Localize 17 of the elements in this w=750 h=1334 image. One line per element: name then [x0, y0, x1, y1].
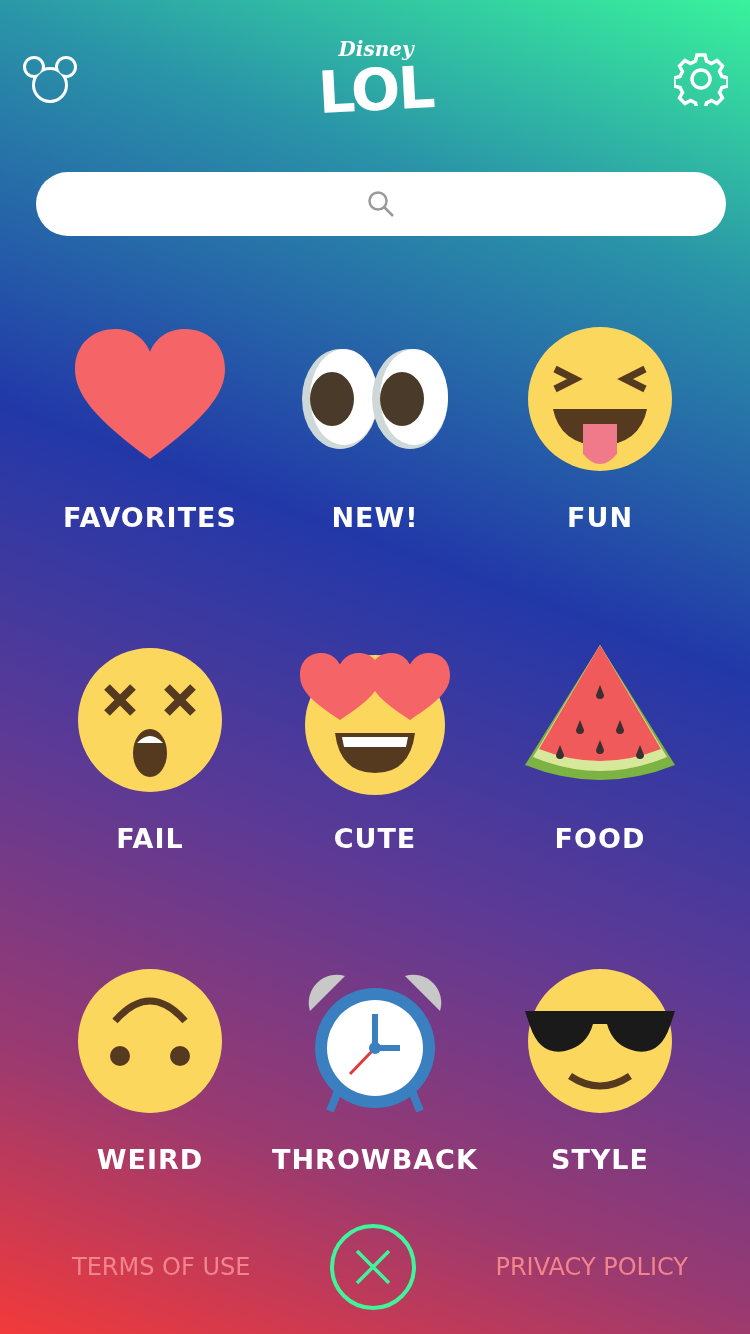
mouse-ears-icon[interactable]: [22, 53, 78, 105]
category-button[interactable]: FOOD: [487, 645, 713, 854]
category-button[interactable]: FAVORITES: [37, 324, 263, 533]
category-button[interactable]: STYLE: [487, 966, 713, 1175]
category-button[interactable]: THROWBACK: [262, 966, 488, 1175]
category-button[interactable]: FAIL: [37, 645, 263, 854]
category-button[interactable]: NEW!: [262, 324, 488, 533]
close-button[interactable]: [329, 1224, 416, 1310]
dizzy-emoji-icon: [75, 645, 225, 795]
shades-emoji-icon: [525, 966, 675, 1116]
category-button[interactable]: CUTE: [262, 645, 488, 854]
tongue-emoji-icon: [525, 324, 675, 474]
category-button[interactable]: WEIRD: [37, 966, 263, 1175]
logo-top-text: Disney: [338, 38, 414, 60]
category-button[interactable]: FUN: [487, 324, 713, 533]
upside-emoji-icon: [75, 966, 225, 1116]
search-icon: [367, 190, 395, 218]
